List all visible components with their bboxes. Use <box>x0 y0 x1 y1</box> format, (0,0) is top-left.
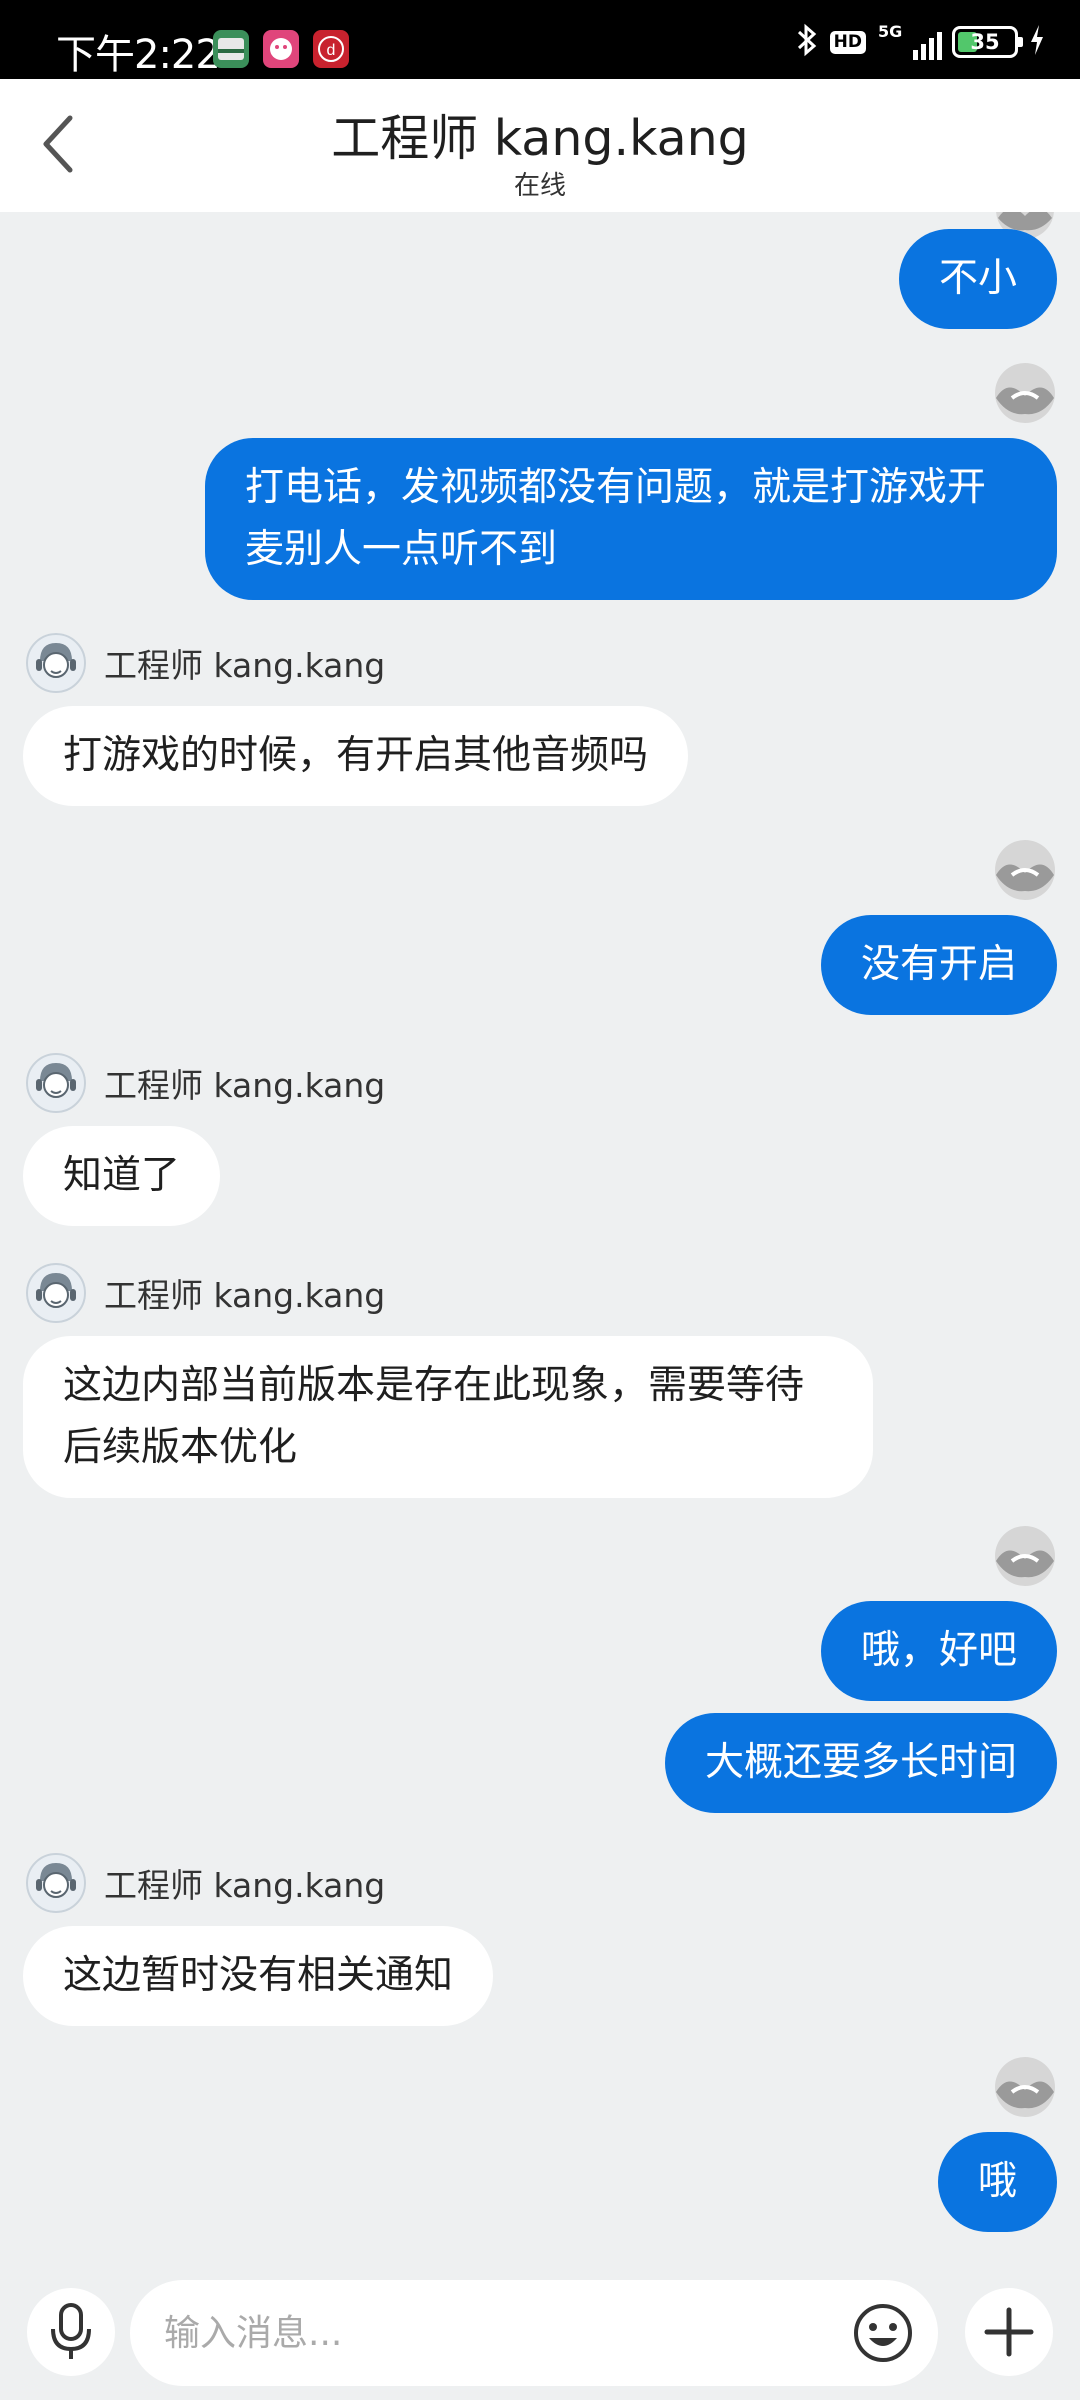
plus-icon <box>984 2307 1034 2357</box>
user-avatar <box>990 2056 1060 2118</box>
sender-row: 工程师 kang.kang <box>26 1260 385 1326</box>
sender-row: 工程师 kang.kang <box>26 630 385 696</box>
app-notification-icon <box>263 30 299 68</box>
engineer-avatar <box>26 633 86 693</box>
message-list[interactable]: 不小 打电话，发视频都没有问题，就是打游戏开麦别人一点听不到 工程师 kang.… <box>0 212 1080 2262</box>
engineer-avatar <box>26 1263 86 1323</box>
sender-name: 工程师 kang.kang <box>104 646 386 685</box>
microphone-icon <box>51 2303 91 2359</box>
user-avatar <box>990 1525 1060 1587</box>
user-avatar <box>990 839 1060 901</box>
outgoing-message[interactable]: 哦，好吧 <box>820 1601 1057 1701</box>
add-button[interactable] <box>965 2288 1053 2376</box>
outgoing-message[interactable]: 哦 <box>937 2132 1057 2232</box>
incoming-message[interactable]: 这边暂时没有相关通知 <box>23 1926 494 2026</box>
sender-row: 工程师 kang.kang <box>26 1850 385 1916</box>
incoming-message[interactable]: 打游戏的时候，有开启其他音频吗 <box>23 706 689 806</box>
hd-badge: HD <box>829 30 866 54</box>
outgoing-message[interactable]: 打电话，发视频都没有问题，就是打游戏开麦别人一点听不到 <box>205 438 1057 600</box>
sender-name: 工程师 kang.kang <box>104 1066 386 1105</box>
outgoing-message[interactable]: 不小 <box>898 229 1057 329</box>
app-notification-icon <box>213 30 249 68</box>
message-input[interactable] <box>130 2280 938 2386</box>
voice-button[interactable] <box>27 2288 115 2376</box>
incoming-message[interactable]: 知道了 <box>23 1126 221 1226</box>
outgoing-message[interactable]: 没有开启 <box>820 915 1057 1015</box>
network-type: 5G <box>878 22 903 41</box>
engineer-avatar <box>26 1053 86 1113</box>
chat-title: 工程师 kang.kang <box>331 110 749 167</box>
status-bar: 下午2:22 d HD 5G 35 <box>0 0 1080 79</box>
emoji-icon <box>854 2304 912 2362</box>
user-avatar <box>990 362 1060 424</box>
incoming-message[interactable]: 这边内部当前版本是存在此现象，需要等待后续版本优化 <box>23 1336 873 1498</box>
sender-name: 工程师 kang.kang <box>104 1866 386 1905</box>
bluetooth-icon <box>794 22 820 62</box>
sender-row: 工程师 kang.kang <box>26 1050 385 1116</box>
battery-icon: 35 <box>952 26 1023 58</box>
battery-level: 35 <box>970 30 1000 54</box>
engineer-avatar <box>26 1853 86 1913</box>
status-indicators: HD 5G 35 <box>794 22 1046 62</box>
online-status: 在线 <box>513 171 566 201</box>
app-notification-icon: d <box>313 30 349 68</box>
emoji-button[interactable] <box>852 2302 914 2364</box>
chat-header: 工程师 kang.kang 在线 <box>0 79 1080 212</box>
signal-icon: 5G <box>876 22 942 60</box>
outgoing-message[interactable]: 大概还要多长时间 <box>664 1713 1057 1813</box>
input-bar <box>0 2262 1080 2400</box>
charging-icon <box>1028 23 1046 61</box>
status-time: 下午2:22 <box>56 32 221 78</box>
sender-name: 工程师 kang.kang <box>104 1276 386 1315</box>
svg-text:d: d <box>327 42 336 59</box>
